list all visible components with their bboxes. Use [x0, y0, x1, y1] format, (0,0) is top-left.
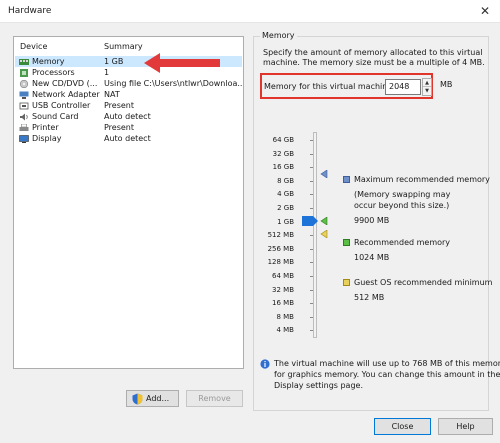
- device-name: Sound Card: [32, 112, 79, 121]
- memory-scale-label: 256 MB: [267, 244, 294, 253]
- recommended-legend-icon: [343, 239, 350, 246]
- device-row-cd-dvd[interactable]: New CD/DVD (... Using file C:\Users\ntlw…: [15, 78, 242, 89]
- help-button[interactable]: Help: [438, 418, 493, 435]
- guest-minimum-marker-icon: [320, 230, 328, 238]
- memory-scale-label: 32 GB: [272, 149, 294, 158]
- memory-icon: [19, 59, 29, 65]
- add-button[interactable]: Add...: [126, 390, 179, 407]
- max-recommended-note: occur beyond this size.): [354, 201, 450, 210]
- memory-scale-label: 8 MB: [276, 312, 294, 321]
- cd-dvd-icon: [19, 80, 29, 88]
- device-list[interactable]: Device Summary Memory 1 GB Processors 1 …: [13, 36, 244, 369]
- title-bar: Hardware ✕: [0, 0, 500, 23]
- device-row-display[interactable]: Display Auto detect: [15, 133, 242, 144]
- memory-scale-label: 1 GB: [277, 217, 294, 226]
- memory-scale-label: 512 MB: [267, 231, 294, 240]
- device-summary: Auto detect: [104, 134, 151, 143]
- max-recommended-value: 9900 MB: [354, 216, 390, 225]
- usb-icon: [19, 102, 29, 110]
- remove-button[interactable]: Remove: [186, 390, 243, 407]
- memory-scale-label: 128 MB: [267, 258, 294, 267]
- memory-scale-label: 8 GB: [277, 176, 294, 185]
- guest-minimum-legend-icon: [343, 279, 350, 286]
- memory-scale-label: 2 GB: [277, 204, 294, 212]
- device-summary: Auto detect: [104, 112, 151, 121]
- device-name: Memory: [32, 57, 65, 66]
- device-name: Display: [32, 134, 62, 143]
- max-recommended-marker-icon: [320, 170, 328, 178]
- device-row-network-adapter[interactable]: Network Adapter NAT: [15, 89, 242, 100]
- device-summary: Present: [104, 123, 135, 132]
- device-row-usb-controller[interactable]: USB Controller Present: [15, 100, 242, 111]
- dialog-body: Device Summary Memory 1 GB Processors 1 …: [0, 23, 500, 443]
- guest-minimum-value: 512 MB: [354, 293, 385, 302]
- slider-thumb-icon[interactable]: [302, 214, 318, 228]
- memory-scale-label: 16 MB: [272, 299, 294, 308]
- device-name: Network Adapter: [32, 90, 100, 99]
- device-row-sound-card[interactable]: Sound Card Auto detect: [15, 111, 242, 122]
- memory-unit-label: MB: [440, 80, 453, 89]
- printer-icon: [19, 124, 29, 131]
- memory-scale-label: 16 GB: [272, 163, 294, 172]
- device-name: USB Controller: [32, 101, 91, 110]
- network-adapter-icon: [19, 91, 29, 99]
- device-summary: Using file C:\Users\ntlwr\Downloa...: [104, 79, 242, 88]
- graphics-memory-note: Display settings page.: [274, 381, 363, 390]
- memory-scale-label: 4 GB: [277, 190, 294, 199]
- add-button-label: Add...: [146, 394, 170, 403]
- graphics-memory-note: The virtual machine will use up to 768 M…: [274, 359, 500, 368]
- info-icon: [260, 359, 270, 369]
- shield-icon: [132, 393, 143, 405]
- device-name: Processors: [32, 68, 75, 77]
- device-name: New CD/DVD (...: [32, 79, 98, 88]
- window-close-icon[interactable]: ✕: [470, 0, 500, 22]
- column-header-device[interactable]: Device: [20, 42, 47, 51]
- recommended-marker-icon: [320, 217, 328, 225]
- memory-scale-label: 4 MB: [276, 326, 294, 335]
- memory-group: Memory Specify the amount of memory allo…: [253, 31, 500, 411]
- graphics-memory-note: for graphics memory. You can change this…: [274, 370, 500, 379]
- window-title: Hardware: [8, 6, 52, 16]
- memory-spinner[interactable]: ▲ ▼: [422, 78, 432, 96]
- dialog-footer: Close Help: [0, 417, 500, 443]
- device-summary: Present: [104, 101, 135, 110]
- device-summary: NAT: [104, 90, 120, 99]
- spin-up-icon[interactable]: ▲: [423, 79, 431, 87]
- recommended-title: Recommended memory: [354, 238, 451, 247]
- memory-scale-label: 64 MB: [272, 272, 294, 280]
- max-recommended-note: (Memory swapping may: [354, 190, 451, 199]
- memory-slider-track[interactable]: [313, 132, 317, 338]
- recommended-value: 1024 MB: [354, 253, 390, 262]
- max-recommended-title: Maximum recommended memory: [354, 175, 490, 184]
- display-icon: [19, 135, 29, 143]
- device-row-printer[interactable]: Printer Present: [15, 122, 242, 133]
- guest-minimum-title: Guest OS recommended minimum: [354, 278, 493, 287]
- device-name: Printer: [32, 123, 59, 132]
- close-button[interactable]: Close: [374, 418, 431, 435]
- column-header-summary[interactable]: Summary: [104, 42, 143, 51]
- processor-icon: [20, 69, 28, 77]
- memory-value-field[interactable]: 2048: [385, 79, 421, 95]
- memory-scale: 64 GB 32 GB 16 GB 8 GB 4 GB 2 GB 1 GB 512 MB 256…: [254, 37, 334, 347]
- max-recommended-legend-icon: [343, 176, 350, 183]
- red-arrow-annotation: [144, 53, 220, 73]
- memory-scale-label: 64 GB: [272, 136, 294, 144]
- sound-card-icon: [20, 113, 28, 121]
- spin-down-icon[interactable]: ▼: [423, 87, 431, 95]
- memory-scale-label: 32 MB: [272, 285, 294, 294]
